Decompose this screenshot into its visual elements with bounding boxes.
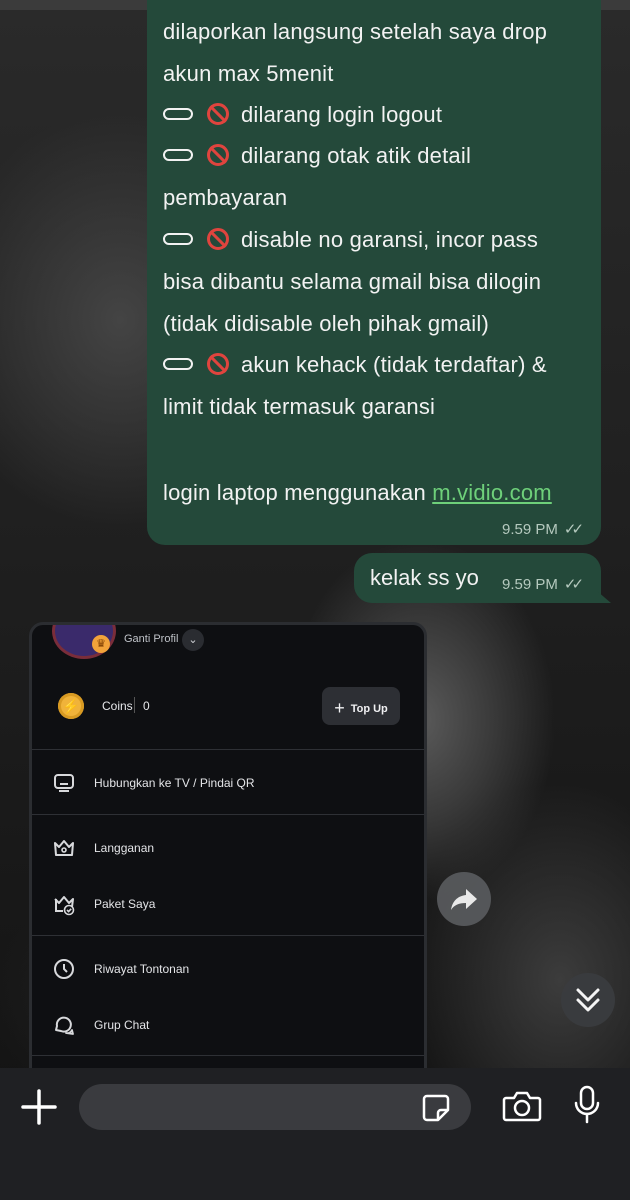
- bullet-pill-icon: [163, 149, 193, 162]
- top-up-label: Top Up: [350, 703, 388, 715]
- message-time: 9.59 PM: [502, 521, 558, 538]
- rule-text: disable no garansi, incor pass: [241, 227, 539, 252]
- image-message[interactable]: ♛ Ganti Profil ⌄ ⚡ Coins 0 + Top Up Hubun…: [29, 622, 427, 1088]
- message-time: 9.59 PM: [502, 576, 558, 593]
- message-bubble-outgoing[interactable]: dilaporkan langsung setelah saya drop ak…: [147, 0, 601, 545]
- sticker-icon[interactable]: [421, 1093, 451, 1123]
- forward-button[interactable]: [437, 872, 491, 926]
- message-text: login laptop menggunakan: [163, 480, 426, 505]
- plus-icon[interactable]: [20, 1088, 58, 1126]
- message-line-rule: disable no garansi, incor pass: [163, 226, 538, 254]
- tv-icon: [54, 774, 74, 792]
- chevron-down-icon: ⌄: [182, 629, 204, 651]
- coins-value: 0: [143, 699, 150, 713]
- camera-icon[interactable]: [502, 1090, 542, 1122]
- message-bubble-outgoing[interactable]: kelak ss yo 9.59 PM ✓✓: [354, 553, 611, 603]
- rule-text: dilarang otak atik detail: [241, 143, 472, 168]
- divider: [32, 814, 424, 815]
- message-meta: 9.59 PM ✓✓: [502, 575, 584, 593]
- microphone-icon[interactable]: [573, 1085, 601, 1125]
- read-ticks-icon: ✓✓: [563, 521, 584, 538]
- bullet-pill-icon: [163, 233, 193, 246]
- message-line: dilaporkan langsung setelah saya drop: [163, 19, 548, 44]
- rule-text: dilarang login logout: [241, 102, 443, 127]
- message-line: limit tidak termasuk garansi: [163, 394, 436, 419]
- message-text: kelak ss yo: [370, 565, 479, 590]
- menu-item-grup-chat: Grup Chat: [94, 1018, 150, 1032]
- double-chevron-down-icon: [576, 988, 600, 1012]
- prohibited-icon: [207, 228, 229, 251]
- divider: [32, 749, 424, 750]
- read-ticks-icon: ✓✓: [563, 576, 584, 593]
- scroll-to-bottom-button[interactable]: [561, 973, 615, 1027]
- message-meta: 9.59 PM ✓✓: [502, 520, 584, 538]
- message-line: pembayaran: [163, 185, 288, 210]
- message-line-with-link: login laptop menggunakan m.vidio.com: [163, 479, 552, 507]
- message-line: akun max 5menit: [163, 61, 334, 86]
- share-arrow-icon: [451, 889, 477, 910]
- menu-item-riwayat: Riwayat Tontonan: [94, 962, 190, 976]
- menu-item-langganan: Langganan: [94, 841, 155, 855]
- clock-icon: [54, 959, 74, 979]
- message-line-rule: dilarang otak atik detail: [163, 142, 471, 170]
- chat-bubbles-icon: [55, 1016, 74, 1035]
- coins-label: Coins: [102, 699, 133, 713]
- rule-text: akun kehack (tidak terdaftar) &: [241, 352, 547, 377]
- crown-badge-icon: ♛: [92, 635, 110, 653]
- ganti-profil-label: Ganti Profil: [124, 633, 179, 645]
- crown-icon: [54, 840, 74, 856]
- prohibited-icon: [207, 144, 229, 167]
- plus-icon: +: [334, 698, 345, 718]
- message-line-rule: dilarang login logout: [163, 101, 442, 129]
- top-up-button: + Top Up: [322, 687, 400, 725]
- message-line-rule: akun kehack (tidak terdaftar) &: [163, 351, 547, 379]
- message-line: (tidak didisable oleh pihak gmail): [163, 311, 489, 336]
- coin-icon: ⚡: [58, 693, 84, 719]
- message-line: bisa dibantu selama gmail bisa dilogin: [163, 269, 542, 294]
- divider: [32, 935, 424, 936]
- message-input[interactable]: [79, 1084, 471, 1130]
- vidio-link[interactable]: m.vidio.com: [432, 480, 552, 505]
- crown-check-icon: [54, 896, 75, 916]
- menu-item-tv: Hubungkan ke TV / Pindai QR: [94, 776, 255, 790]
- divider: [32, 1055, 424, 1056]
- prohibited-icon: [207, 353, 229, 376]
- bullet-pill-icon: [163, 358, 193, 371]
- coins-separator: [134, 697, 135, 713]
- bullet-pill-icon: [163, 108, 193, 121]
- menu-item-paket-saya: Paket Saya: [94, 897, 156, 911]
- prohibited-icon: [207, 103, 229, 126]
